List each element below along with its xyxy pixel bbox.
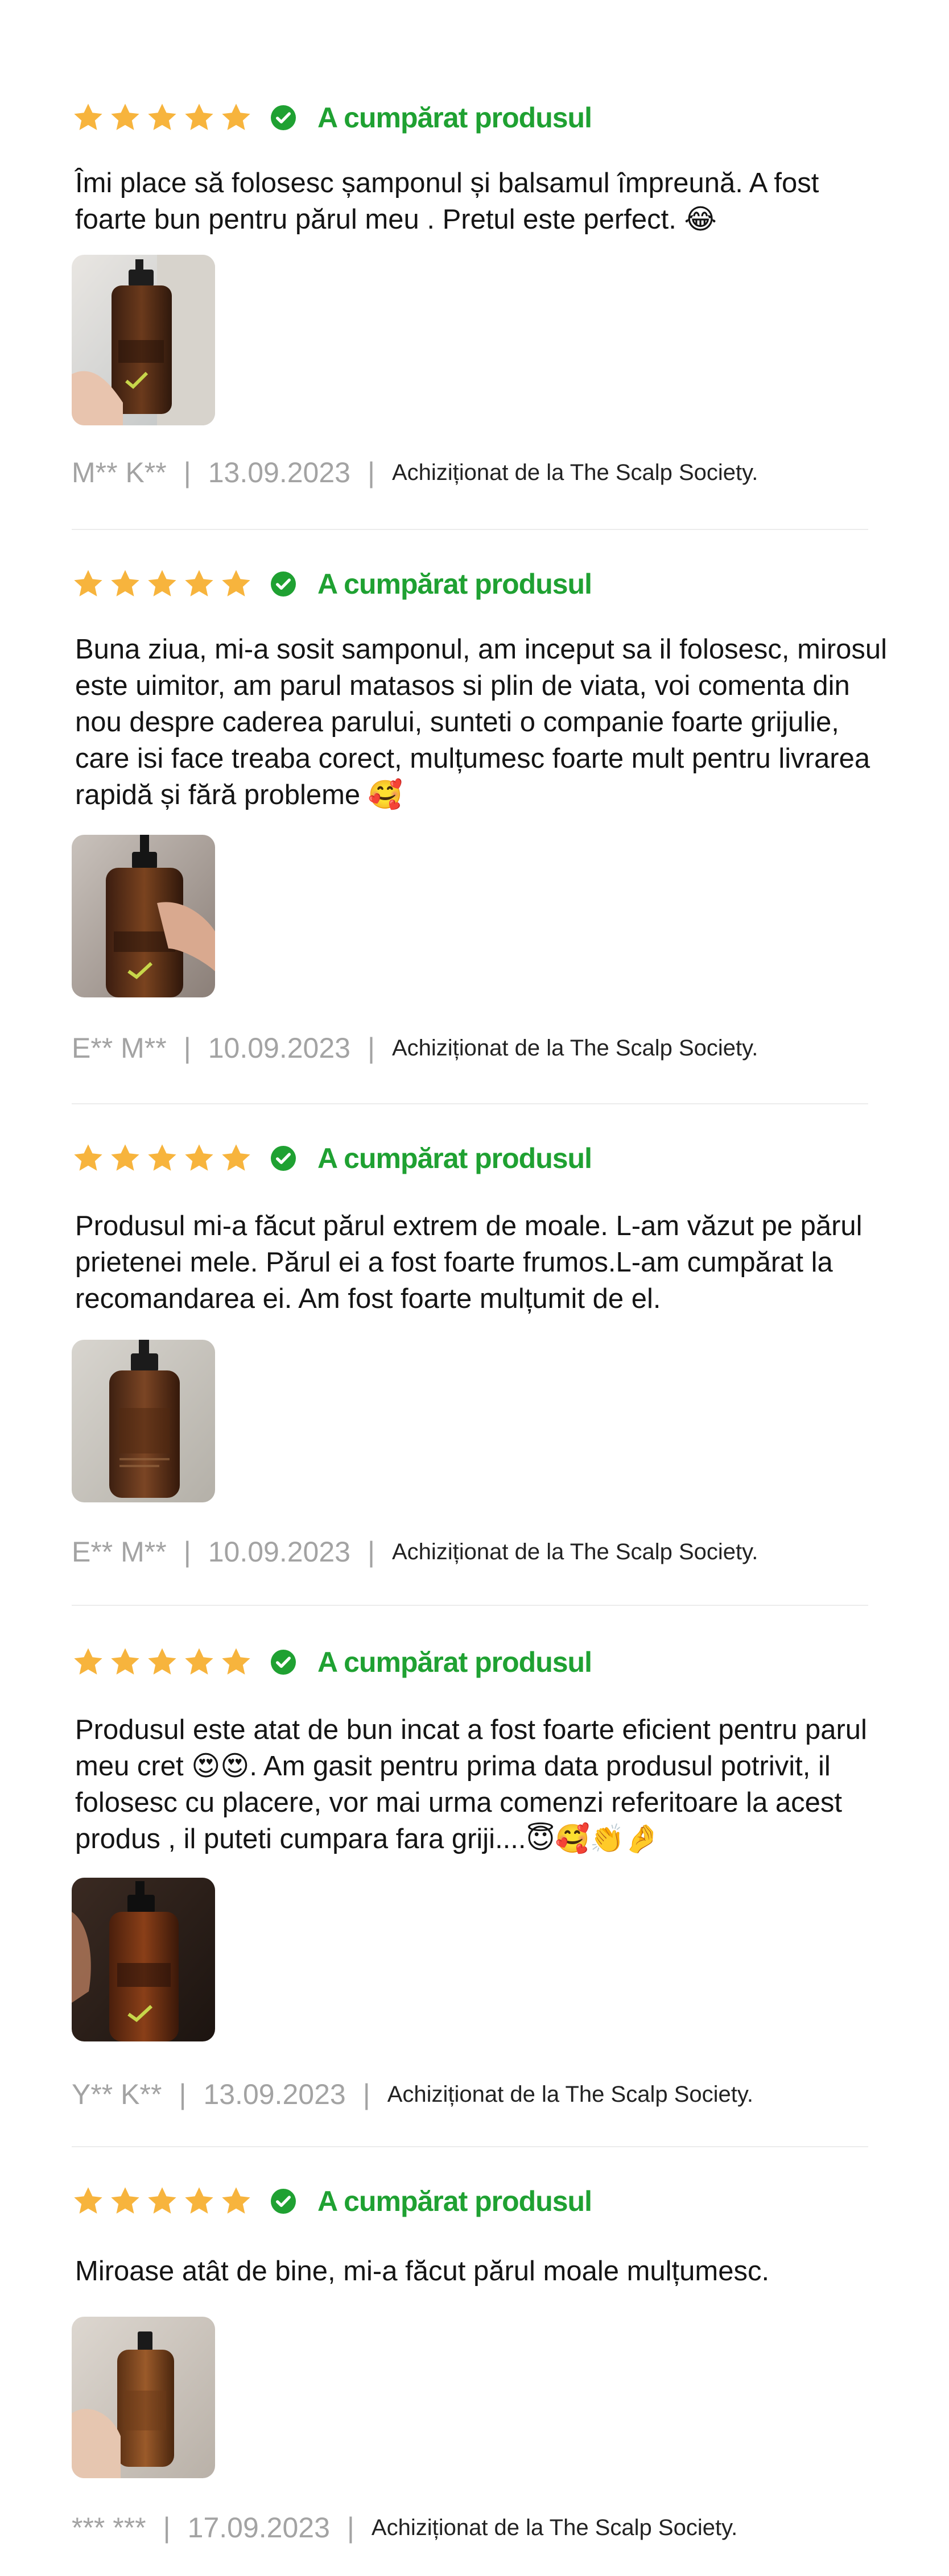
review-text: Miroase atât de bine, mi-a făcut părul m… [75,2256,770,2287]
review-meta: E** M** | 10.09.2023 | Achiziționat de l… [72,1532,758,1572]
review-date: 13.09.2023 [203,2078,346,2110]
review-meta: Y** K** | 13.09.2023 | Achiziționat de l… [72,2074,753,2114]
star-icon [148,570,176,597]
rating-row: A cumpărat produsul [72,1642,592,1682]
meta-separator: | [183,1032,191,1064]
review-photo[interactable] [72,1340,215,1502]
review-photo[interactable] [72,255,215,425]
rating-row: A cumpărat produsul [72,564,592,604]
meta-separator: | [346,2512,354,2544]
meta-separator: | [362,2078,370,2110]
star-icon [185,103,213,130]
review-text: Produsul mi-a făcut părul extrem de moal… [75,1211,863,1314]
check-circle-icon [271,2189,296,2214]
star-icon [148,103,176,130]
meta-separator: | [367,457,375,488]
star-icon [222,103,250,130]
star-rating [72,1142,253,1175]
shampoo-bottle-photo [72,1340,215,1502]
star-icon [185,1144,213,1171]
review-author: E** M** [72,1536,167,1568]
star-rating [72,2185,253,2218]
shampoo-bottle-photo [72,1878,215,2041]
star-icon [222,2187,250,2214]
rating-row: A cumpărat produsul [72,2181,592,2221]
check-circle-icon [271,1146,296,1171]
shampoo-bottle-photo [72,255,215,425]
review-text: Îmi place să folosesc șamponul și balsam… [75,168,819,235]
purchased-from-label: Achiziționat de la The Scalp Society. [391,459,758,485]
review-date: 10.09.2023 [208,1032,350,1064]
star-rating [72,568,253,600]
shampoo-bottle-photo [72,2317,215,2478]
review-photo[interactable] [72,2317,215,2478]
meta-separator: | [183,1536,191,1568]
review-author: *** *** [72,2512,146,2544]
check-circle-icon [271,105,296,130]
review-divider [72,2146,868,2147]
star-icon [74,2187,102,2214]
rating-row: A cumpărat produsul [72,1138,592,1178]
star-icon [111,1144,139,1171]
shampoo-bottle-photo [72,835,215,997]
verified-purchase-label: A cumpărat produsul [317,102,592,134]
star-icon [185,2187,213,2214]
review-text: Buna ziua, mi-a sosit samponul, am incep… [75,634,888,810]
review-meta: E** M** | 10.09.2023 | Achiziționat de l… [72,1028,758,1068]
review-divider [72,1605,868,1606]
star-icon [148,1144,176,1171]
purchased-from-label: Achiziționat de la The Scalp Society. [371,2515,738,2540]
verified-purchase-label: A cumpărat produsul [317,568,592,600]
check-circle-icon [271,1650,296,1675]
review-meta: *** *** | 17.09.2023 | Achiziționat de l… [72,2508,737,2548]
star-icon [74,1648,102,1675]
star-icon [74,1144,102,1171]
star-icon [222,1144,250,1171]
review-author: E** M** [72,1032,167,1064]
star-rating [72,1646,253,1679]
star-rating [72,101,253,134]
star-icon [148,2187,176,2214]
verified-purchase-label: A cumpărat produsul [317,1142,592,1174]
meta-separator: | [367,1032,375,1064]
star-icon [148,1648,176,1675]
review-photo[interactable] [72,835,215,997]
star-icon [111,103,139,130]
review-date: 17.09.2023 [187,2512,330,2544]
purchased-from-label: Achiziționat de la The Scalp Society. [391,1539,758,1564]
purchased-from-label: Achiziționat de la The Scalp Society. [391,1035,758,1061]
meta-separator: | [163,2512,171,2544]
meta-separator: | [367,1536,375,1568]
review-meta: M** K** | 13.09.2023 | Achiziționat de l… [72,453,758,492]
rating-row: A cumpărat produsul [72,98,592,138]
meta-separator: | [183,457,191,488]
star-icon [111,1648,139,1675]
star-icon [111,570,139,597]
review-author: M** K** [72,457,167,488]
check-circle-icon [271,571,296,597]
verified-purchase-label: A cumpărat produsul [317,1646,592,1678]
review-text: Produsul este atat de bun incat a fost f… [75,1714,867,1854]
review-divider [72,1103,868,1104]
purchased-from-label: Achiziționat de la The Scalp Society. [387,2081,754,2107]
review-date: 13.09.2023 [208,457,350,488]
review-divider [72,529,868,530]
review-author: Y** K** [72,2078,162,2110]
review-date: 10.09.2023 [208,1536,350,1568]
star-icon [185,570,213,597]
star-icon [74,103,102,130]
star-icon [185,1648,213,1675]
review-photo[interactable] [72,1878,215,2041]
meta-separator: | [179,2078,187,2110]
star-icon [222,570,250,597]
star-icon [74,570,102,597]
star-icon [222,1648,250,1675]
verified-purchase-label: A cumpărat produsul [317,2185,592,2217]
star-icon [111,2187,139,2214]
